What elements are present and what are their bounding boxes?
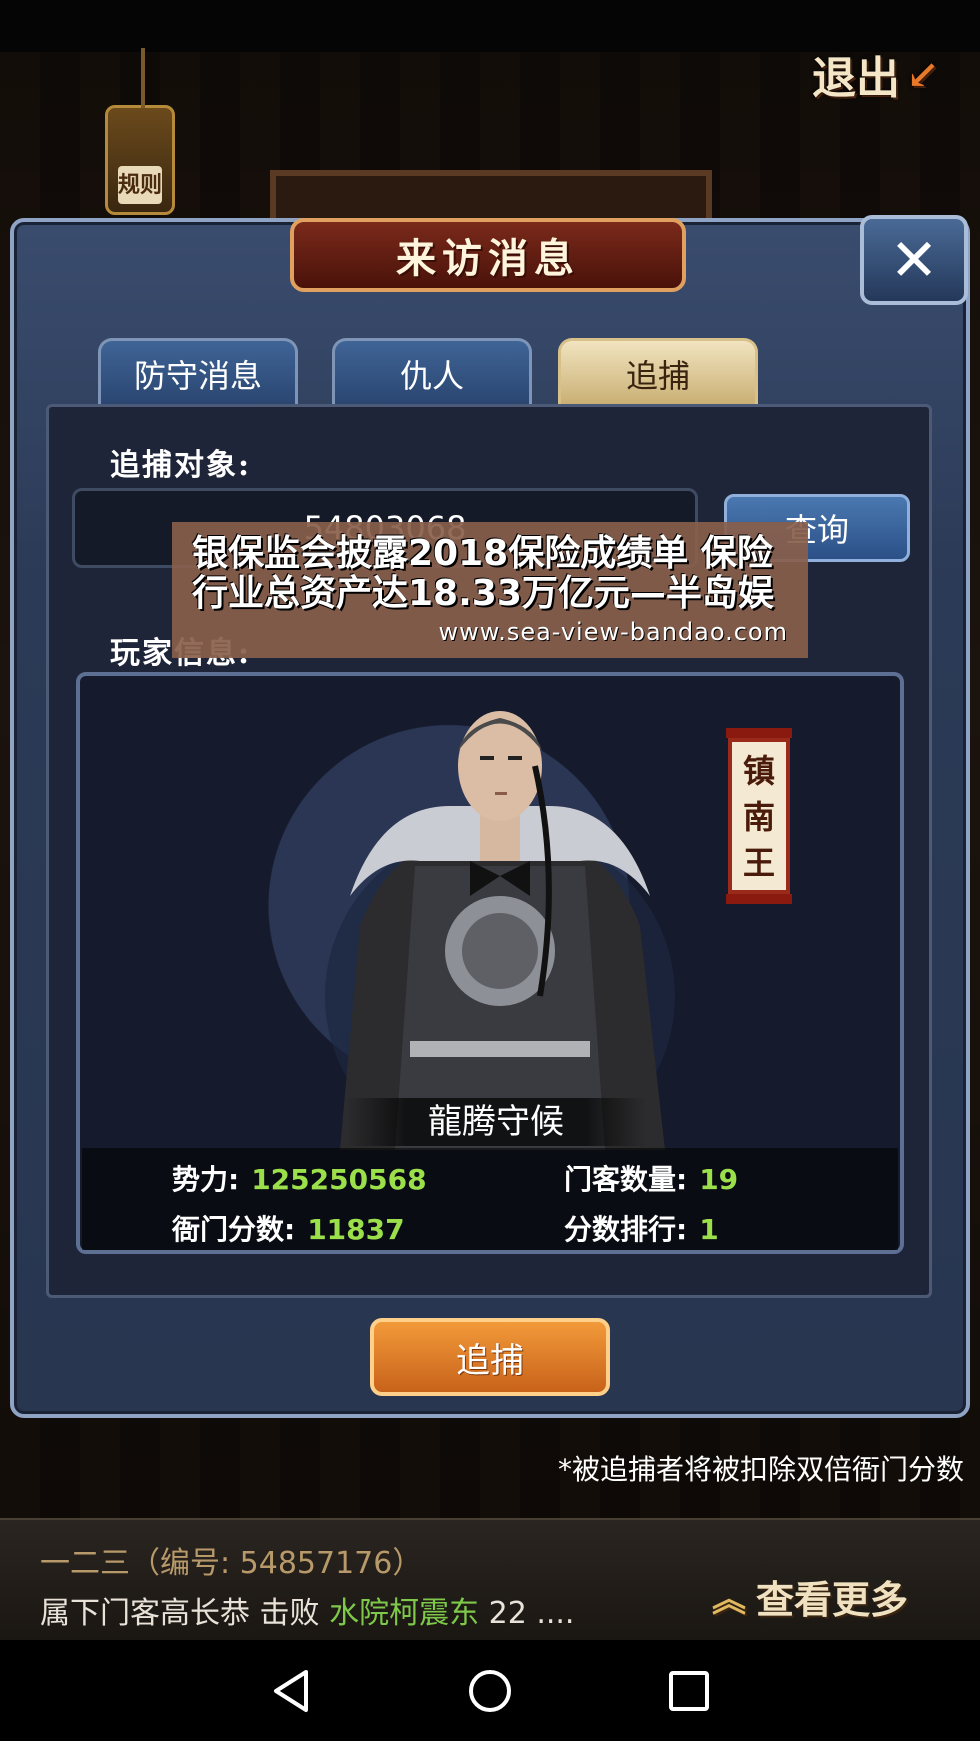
stat-yamen-score: 衙门分数: 11837 [172, 1208, 405, 1248]
pursue-label: 追捕 [456, 1340, 524, 1381]
stat-label: 分数排行: [564, 1213, 688, 1246]
close-icon: ✕ [889, 226, 939, 294]
stat-label: 势力: [172, 1163, 240, 1196]
rules-label: 规则 [118, 166, 162, 204]
tab-label: 追捕 [625, 356, 690, 395]
double-chevron-up-icon: ︽ [712, 1579, 746, 1620]
stat-label: 衙门分数: [172, 1213, 296, 1246]
stat-retainers: 门客数量: 19 [564, 1158, 738, 1198]
stat-value: 1 [699, 1213, 719, 1246]
rules-button[interactable]: 规则 [105, 48, 175, 215]
recents-icon[interactable] [666, 1668, 712, 1714]
ticker-event-target: 水院柯震东 [329, 1596, 480, 1631]
title-badge: 镇南王 [726, 728, 792, 904]
stat-score-rank: 分数排行: 1 [564, 1208, 719, 1248]
close-button[interactable]: ✕ [860, 215, 968, 305]
ticker-event-prefix: 属下门客高长恭 击败 [40, 1596, 330, 1631]
exit-button[interactable]: 退出 ↙ [812, 44, 967, 105]
rules-cord-decoration [141, 48, 145, 108]
view-more-button[interactable]: ︽ 查看更多 [712, 1566, 952, 1626]
stat-value: 125250568 [251, 1163, 427, 1196]
ticker-event-suffix: 22 .... [479, 1596, 575, 1631]
overlay-url: www.sea-view-bandao.com [438, 618, 788, 646]
pursue-button[interactable]: 追捕 [370, 1318, 610, 1396]
stat-value: 11837 [307, 1213, 405, 1246]
tab-enemies[interactable]: 仇人 [332, 338, 532, 406]
news-overlay: 银保监会披露2018保险成绩单 保险行业总资产达18.33万亿元—半岛娱 www… [172, 522, 808, 658]
tab-label: 仇人 [399, 356, 464, 395]
tab-defense-messages[interactable]: 防守消息 [98, 338, 298, 406]
tab-label: 防守消息 [133, 356, 262, 395]
home-icon[interactable] [467, 1668, 513, 1714]
tab-pursuit[interactable]: 追捕 [558, 338, 758, 406]
stat-value: 19 [699, 1163, 739, 1196]
stat-power: 势力: 125250568 [172, 1158, 427, 1198]
stat-label: 门客数量: [564, 1163, 688, 1196]
exit-arrow-icon: ↙ [906, 50, 940, 98]
exit-label: 退出 [812, 53, 900, 104]
view-more-label: 查看更多 [756, 1576, 909, 1622]
pursuit-note: *被追捕者将被扣除双倍衙门分数 [557, 1453, 964, 1486]
back-icon[interactable] [268, 1668, 314, 1714]
dialog-title: 来访消息 [290, 218, 686, 292]
target-label: 追捕对象: [110, 448, 252, 483]
ticker-event: 属下门客高长恭 击败 水院柯震东 22 .... [40, 1588, 574, 1632]
character-portrait [325, 711, 675, 1150]
ticker-player: 一二三（编号: 54857176） [40, 1546, 423, 1581]
guard-status-text: 龍腾守候 [346, 1098, 646, 1146]
overlay-headline: 银保监会披露2018保险成绩单 保险行业总资产达18.33万亿元—半岛娱 [192, 533, 774, 614]
